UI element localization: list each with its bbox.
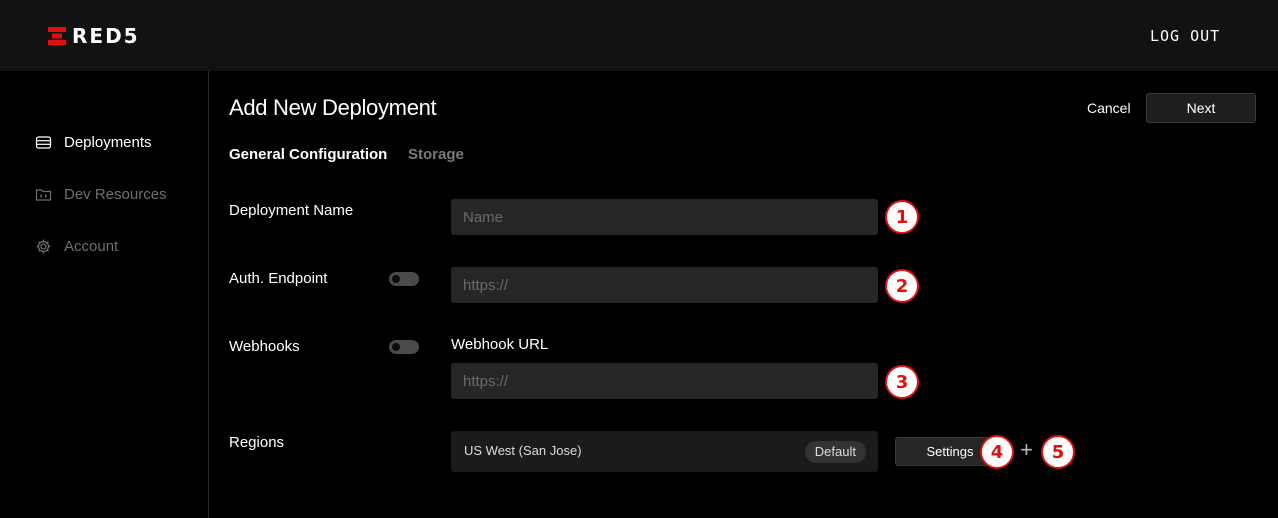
sidebar-item-account[interactable]: Account <box>35 238 118 255</box>
sidebar-item-label: Dev Resources <box>64 186 167 203</box>
region-row[interactable]: US West (San Jose) Default <box>451 431 878 472</box>
deployment-name-label: Deployment Name <box>229 202 354 219</box>
red5-logo-icon <box>48 27 66 45</box>
sidebar-item-label: Deployments <box>64 134 152 151</box>
callout-badge-3: 3 <box>885 365 919 399</box>
page-title: Add New Deployment <box>229 95 437 120</box>
cancel-button[interactable]: Cancel <box>1087 100 1131 116</box>
auth-endpoint-input[interactable] <box>451 267 878 303</box>
callout-badge-5: 5 <box>1041 435 1075 469</box>
webhook-url-label: Webhook URL <box>451 336 549 353</box>
auth-endpoint-label: Auth. Endpoint <box>229 270 328 287</box>
sidebar-item-deployments[interactable]: Deployments <box>35 134 152 151</box>
tab-storage[interactable]: Storage <box>408 146 464 163</box>
regions-label: Regions <box>229 434 285 451</box>
add-region-button[interactable]: + <box>1020 437 1033 463</box>
region-name: US West (San Jose) <box>464 443 582 458</box>
sidebar-item-label: Account <box>64 238 119 255</box>
webhooks-toggle[interactable] <box>389 340 419 354</box>
auth-endpoint-toggle[interactable] <box>389 272 419 286</box>
database-icon <box>35 136 52 149</box>
sidebar-item-dev-resources[interactable]: Dev Resources <box>35 186 167 203</box>
logout-button[interactable]: LOG OUT <box>1150 27 1220 45</box>
webhooks-label: Webhooks <box>229 338 300 355</box>
callout-badge-2: 2 <box>885 269 919 303</box>
tab-general-configuration[interactable]: General Configuration <box>229 146 387 163</box>
deployment-name-input[interactable] <box>451 199 878 235</box>
sidebar: Deployments Dev Resources Account <box>0 71 209 518</box>
default-badge: Default <box>804 441 866 463</box>
callout-badge-4: 4 <box>980 435 1014 469</box>
brand-logo[interactable]: RED5 <box>48 26 140 46</box>
code-folder-icon <box>35 189 52 201</box>
gear-icon <box>36 239 51 254</box>
webhook-url-input[interactable] <box>451 363 878 399</box>
callout-badge-1: 1 <box>885 200 919 234</box>
top-bar: RED5 LOG OUT <box>0 0 1278 71</box>
brand-name: RED5 <box>72 24 140 48</box>
next-button[interactable]: Next <box>1146 93 1256 123</box>
